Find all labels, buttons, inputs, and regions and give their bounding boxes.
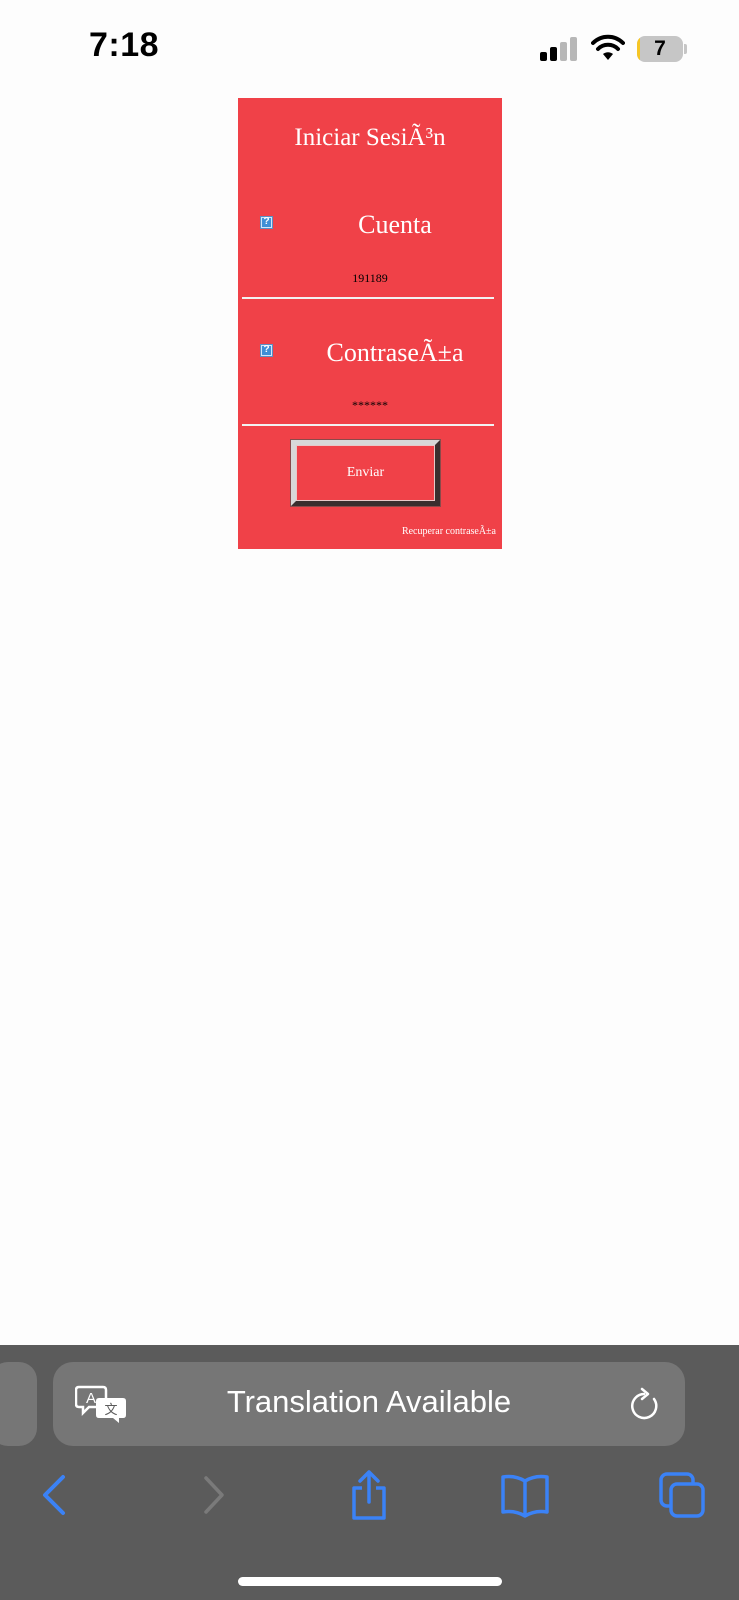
password-label: ContraseÃ±a <box>326 338 464 367</box>
svg-text:文: 文 <box>104 1403 117 1418</box>
battery-level: 7 <box>654 37 666 60</box>
battery-icon: 7 <box>637 36 687 62</box>
previous-tab-preview[interactable] <box>0 1362 37 1446</box>
account-field[interactable]: 191189 <box>238 271 502 286</box>
forward-icon[interactable] <box>189 1470 239 1520</box>
status-time: 7:18 <box>89 26 160 64</box>
account-underline <box>242 297 494 299</box>
address-bar[interactable]: A 文 Translation Available <box>53 1362 685 1446</box>
reload-icon[interactable] <box>627 1387 661 1423</box>
wifi-icon <box>591 34 625 60</box>
address-text: Translation Available <box>226 1384 512 1419</box>
tabs-icon[interactable] <box>657 1470 707 1520</box>
password-underline <box>242 424 494 426</box>
submit-button-label: Enviar <box>346 465 385 480</box>
broken-image-icon <box>260 344 273 357</box>
bookmarks-icon[interactable] <box>500 1470 550 1520</box>
status-bar: 7:18 7 <box>0 0 739 95</box>
home-indicator[interactable] <box>238 1577 502 1586</box>
share-icon[interactable] <box>344 1470 394 1520</box>
broken-image-icon <box>260 216 273 229</box>
submit-button[interactable]: Enviar <box>290 439 441 507</box>
signal-icon <box>540 37 578 61</box>
back-icon[interactable] <box>30 1470 80 1520</box>
account-label: Cuenta <box>358 210 432 239</box>
translate-icon[interactable]: A 文 <box>75 1384 127 1424</box>
svg-text:A: A <box>86 1390 96 1407</box>
page-title: Iniciar SesiÃ³n <box>294 124 446 151</box>
login-panel: Iniciar SesiÃ³n Cuenta 191189 ContraseÃ±… <box>238 98 502 549</box>
password-field[interactable]: ****** <box>238 398 502 413</box>
recover-password-link[interactable]: Recuperar contraseÃ±a <box>402 526 496 537</box>
browser-toolbar: A 文 Translation Available <box>0 1345 739 1600</box>
